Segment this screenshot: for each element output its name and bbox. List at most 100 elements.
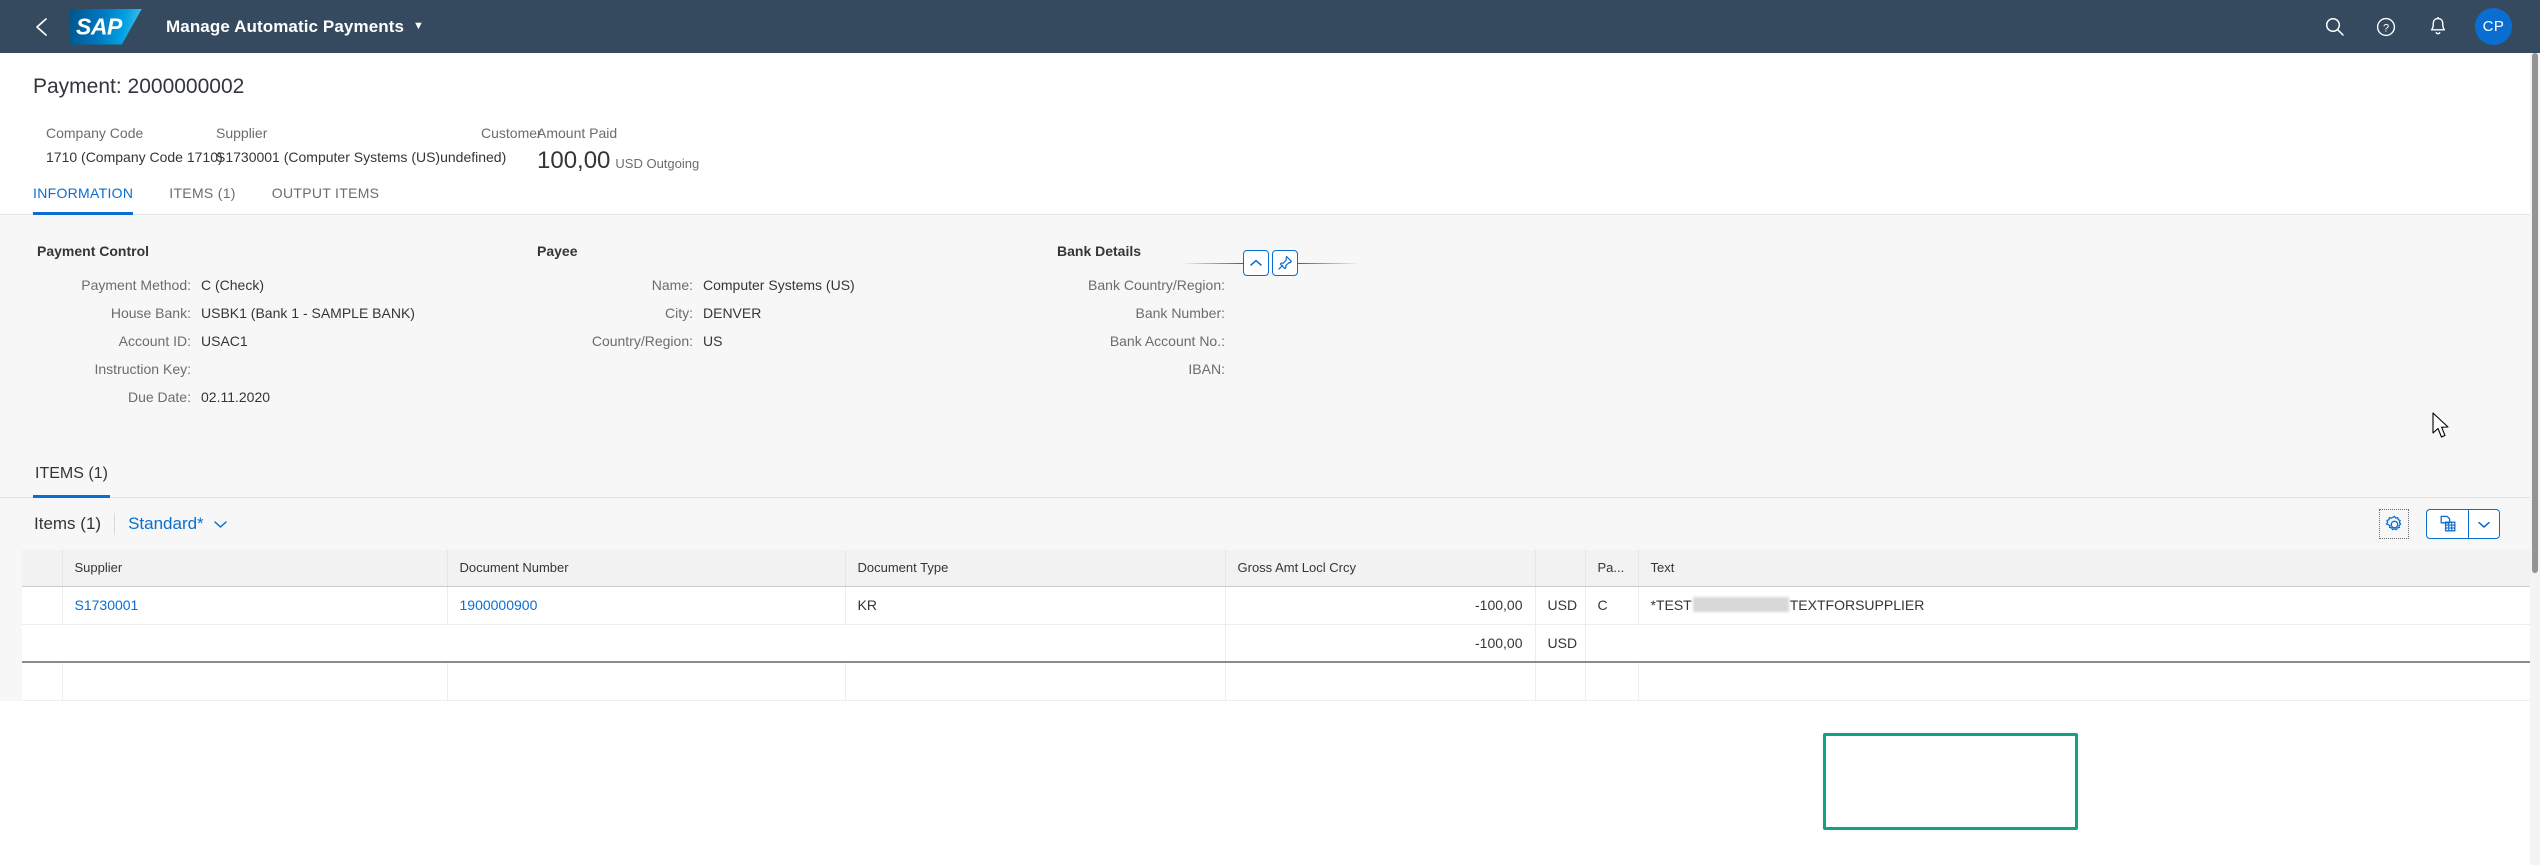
group-title: Bank Details	[1057, 243, 1142, 259]
field-value: C (Check)	[201, 277, 265, 293]
tab-items[interactable]: ITEMS (1)	[169, 185, 235, 215]
column-header-payment-block[interactable]: Pa...	[1585, 550, 1639, 587]
text-column-highlight	[1823, 733, 2078, 830]
cell-text: *TEST TEXTFORSUPPLIER	[1638, 586, 2539, 625]
avatar-initials: CP	[2482, 18, 2505, 35]
bell-icon[interactable]	[2423, 12, 2453, 42]
items-table: Supplier Document Number Document Type G…	[22, 550, 2539, 701]
cell-payment-block: C	[1585, 586, 1639, 625]
fact-value: S1730001 (Computer Systems (US)undefined…	[216, 149, 507, 165]
items-anchor-tab[interactable]: ITEMS (1)	[33, 455, 110, 498]
page-title: Payment: 2000000002	[33, 75, 245, 98]
redacted-text-block	[1692, 597, 1789, 612]
fact-label: Customer	[481, 125, 542, 141]
sap-logo-text: SAP	[76, 13, 122, 39]
variant-label: Standard*	[128, 514, 204, 533]
tab-information[interactable]: INFORMATION	[33, 185, 134, 215]
fact-label: Supplier	[216, 125, 268, 141]
table-title: Items (1)	[34, 514, 102, 533]
field-label: Due Date:	[127, 389, 191, 405]
fact-company-code: Company Code 1710 (Company Code 1710)	[46, 125, 223, 165]
group-title: Payment Control	[37, 243, 150, 259]
total-empty-cell	[447, 624, 845, 663]
fact-value: 1710 (Company Code 1710)	[46, 149, 223, 165]
empty-cell	[1225, 662, 1536, 701]
page-content: Payment Control Payment Method: C (Check…	[0, 215, 2540, 701]
table-toolbar: Items (1) Standard*	[22, 498, 2518, 550]
form-group-bank-details: Bank Details Bank Country/Region: Bank N…	[1057, 243, 1577, 455]
select-all-header[interactable]	[22, 550, 63, 587]
row-select-cell[interactable]	[22, 586, 63, 625]
object-page-tabs: INFORMATION ITEMS (1) OUTPUT ITEMS	[0, 173, 2540, 215]
object-page-header: Payment: 2000000002 Company Code 1710 (C…	[0, 53, 2540, 276]
gear-icon[interactable]	[2379, 509, 2409, 539]
spreadsheet-export-icon[interactable]	[2426, 509, 2468, 539]
field-value: USAC1	[201, 333, 248, 349]
column-header-supplier[interactable]: Supplier	[62, 550, 448, 587]
column-header-currency[interactable]	[1535, 550, 1586, 587]
column-header-text[interactable]: Text	[1638, 550, 2539, 587]
back-button[interactable]	[22, 7, 62, 47]
field-value: 02.11.2020	[201, 389, 271, 405]
app-title-menu[interactable]: Manage Automatic Payments ▼	[166, 17, 424, 37]
supplier-link[interactable]: S1730001	[75, 597, 139, 613]
field-value: DENVER	[703, 305, 762, 321]
table-row[interactable]: S1730001 1900000900 KR -100,00 USD C *TE…	[22, 586, 2539, 625]
scrollbar-thumb[interactable]	[2532, 53, 2538, 573]
app-root: SAP Manage Automatic Payments ▼ ? CP Pay…	[0, 0, 2540, 865]
field-account-id: Account ID: USAC1	[37, 331, 537, 351]
field-house-bank: House Bank: USBK1 (Bank 1 - SAMPLE BANK)	[37, 303, 537, 323]
amount-unit: USD Outgoing	[615, 156, 700, 171]
cell-supplier: S1730001	[62, 586, 448, 625]
field-bank-account-no: Bank Account No.:	[1057, 331, 1577, 351]
help-icon[interactable]: ?	[2371, 12, 2401, 42]
total-empty-cell	[1585, 624, 1638, 663]
column-header-document-type[interactable]: Document Type	[845, 550, 1226, 587]
column-header-gross-amount[interactable]: Gross Amt Locl Crcy	[1225, 550, 1536, 587]
fact-customer: Customer	[481, 125, 542, 149]
fact-amount-paid: Amount Paid 100,00 USD Outgoing	[537, 125, 699, 173]
column-header-document-number[interactable]: Document Number	[447, 550, 846, 587]
export-menu-chevron-down-icon[interactable]	[2468, 509, 2500, 539]
chevron-down-icon: ▼	[413, 20, 425, 32]
amount-value-group: 100,00 USD Outgoing	[537, 149, 699, 173]
search-icon[interactable]	[2319, 12, 2349, 42]
total-empty-cell	[22, 624, 62, 663]
field-iban: IBAN:	[1057, 359, 1577, 379]
field-label: Instruction Key:	[94, 361, 192, 377]
field-label: Bank Number:	[1135, 305, 1225, 321]
field-payee-city: City: DENVER	[537, 303, 1057, 323]
variant-selector[interactable]: Standard*	[128, 514, 228, 534]
shell-actions: ? CP	[2319, 8, 2518, 45]
svg-text:?: ?	[2383, 22, 2389, 34]
text-prefix: *TEST	[1650, 597, 1692, 613]
document-number-link[interactable]: 1900000900	[460, 597, 538, 613]
group-title: Payee	[537, 243, 578, 259]
field-label: City:	[665, 305, 693, 321]
cell-currency: USD	[1535, 586, 1586, 625]
table-total-row: -100,00 USD	[22, 624, 2538, 663]
total-currency: USD	[1535, 624, 1586, 663]
items-table-card: Items (1) Standard* Supplier Document Nu…	[0, 498, 2540, 701]
table-header-row: Supplier Document Number Document Type G…	[22, 550, 2539, 587]
cell-gross-amount: -100,00	[1225, 586, 1536, 625]
empty-cell	[62, 662, 448, 701]
field-label: Bank Account No.:	[1109, 333, 1225, 349]
field-bank-number: Bank Number:	[1057, 303, 1577, 323]
total-empty-cell	[1638, 624, 2538, 663]
field-instruction-key: Instruction Key:	[37, 359, 537, 379]
tab-output-items[interactable]: OUTPUT ITEMS	[272, 185, 380, 215]
fact-label: Company Code	[46, 125, 144, 141]
table-toolbar-actions	[2379, 509, 2508, 539]
field-payment-method: Payment Method: C (Check)	[37, 275, 537, 295]
form-group-payee: Payee Name: Computer Systems (US) City: …	[537, 243, 1057, 455]
cell-document-type: KR	[845, 586, 1226, 625]
shell-bar: SAP Manage Automatic Payments ▼ ? CP	[0, 0, 2540, 53]
empty-cell	[1585, 662, 1639, 701]
fact-supplier: Supplier S1730001 (Computer Systems (US)…	[216, 125, 507, 165]
vertical-scrollbar[interactable]	[2530, 53, 2540, 865]
avatar[interactable]: CP	[2475, 8, 2512, 45]
form-group-payment-control: Payment Control Payment Method: C (Check…	[37, 243, 537, 455]
field-payee-name: Name: Computer Systems (US)	[537, 275, 1057, 295]
app-title: Manage Automatic Payments	[166, 16, 405, 36]
